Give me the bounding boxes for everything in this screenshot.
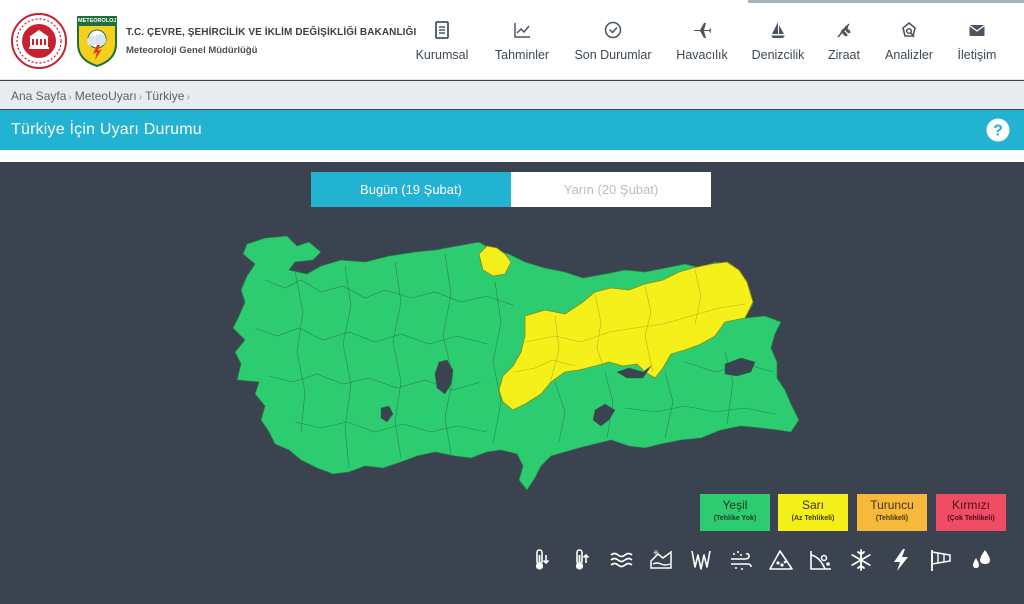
airplane-icon	[694, 23, 711, 38]
legend-orange-name: Turuncu	[870, 498, 914, 512]
legend-orange-desc: (Tehlikeli)	[875, 515, 909, 522]
windsock-icon[interactable]	[928, 547, 954, 573]
page-title: Türkiye İçin Uyarı Durumu	[11, 121, 202, 138]
ministry-logo-icon[interactable]	[11, 13, 67, 69]
meteoroloji-logo[interactable]: METEOROLOJİ	[75, 14, 119, 68]
legend-yellow: Sarı (Az Tehlikeli)	[778, 494, 848, 531]
legend-yellow-desc: (Az Tehlikeli)	[791, 515, 835, 522]
legend-green-name: Yeşil	[722, 498, 748, 512]
site-header: METEOROLOJİ T.C. ÇEVRE, ŞEHİRCİLİK VE İK…	[0, 0, 1024, 80]
breadcrumb-turkiye[interactable]: Türkiye	[145, 89, 184, 103]
nav-iletisim-label: İletişim	[957, 48, 997, 62]
nav-tahminler[interactable]: Tahminler	[488, 0, 556, 80]
legend-yellow-name: Sarı	[801, 498, 824, 512]
breadcrumb-separator: ›	[138, 92, 143, 103]
sailboat-icon	[771, 22, 785, 38]
hazard-filter-bar: ✳	[528, 547, 1008, 575]
hot-thermometer-icon[interactable]	[568, 547, 594, 573]
nav-denizcilik[interactable]: Denizcilik	[746, 0, 810, 80]
nav-havacilik-label: Havacılık	[676, 48, 728, 62]
nav-havacilik[interactable]: Havacılık	[670, 0, 734, 80]
tab-today[interactable]: Bugün (19 Şubat)	[311, 172, 511, 207]
breadcrumb-separator: ›	[186, 92, 190, 103]
help-icon[interactable]: ?	[986, 118, 1010, 142]
icing-icon[interactable]	[688, 547, 714, 573]
nav-son-durumlar[interactable]: Son Durumlar	[570, 0, 656, 80]
breadcrumb-home[interactable]: Ana Sayfa	[11, 89, 66, 103]
nav-son-durumlar-label: Son Durumlar	[574, 48, 652, 62]
nav-ziraat[interactable]: Ziraat	[820, 0, 868, 80]
nav-tahminler-label: Tahminler	[494, 48, 550, 62]
nav-ziraat-label: Ziraat	[828, 48, 860, 62]
turkey-warning-map	[232, 235, 800, 491]
analysis-icon	[902, 21, 916, 38]
nav-kurumsal-label: Kurumsal	[415, 48, 469, 62]
svg-text:✳: ✳	[653, 549, 659, 557]
breadcrumb-separator: ›	[68, 92, 72, 103]
legend-red: Kırmızı (Çok Tehlikeli)	[936, 494, 1006, 531]
nav-iletisim[interactable]: İletişim	[950, 0, 1004, 80]
ministry-name: T.C. ÇEVRE, ŞEHİRCİLİK VE İKLİM DEĞİŞİKL…	[126, 27, 417, 38]
avalanche-icon[interactable]	[768, 547, 794, 573]
tab-tomorrow[interactable]: Yarın (20 Şubat)	[511, 172, 711, 207]
cold-thermometer-icon[interactable]	[528, 547, 554, 573]
snowflake-icon[interactable]	[848, 547, 874, 573]
landslide-icon[interactable]	[808, 547, 834, 573]
directorate-name: Meteoroloji Genel Müdürlüğü	[126, 45, 258, 56]
nav-denizcilik-label: Denizcilik	[751, 48, 805, 62]
dust-icon[interactable]	[728, 547, 754, 573]
page-title-bar: Türkiye İçin Uyarı Durumu ?	[0, 110, 1024, 150]
document-icon	[435, 21, 449, 39]
legend-green: Yeşil (Tehlike Yok)	[700, 494, 770, 531]
fog-icon[interactable]	[608, 547, 634, 573]
envelope-icon	[969, 24, 985, 36]
title-spacer	[0, 150, 1024, 162]
snowmelt-icon[interactable]: ✳	[648, 547, 674, 573]
meteoroloji-logo-text: METEOROLOJİ	[78, 18, 116, 24]
wheat-icon	[837, 23, 851, 38]
chart-icon	[514, 23, 530, 38]
main-navigation: Kurumsal Tahminler Son Durumlar Havacılı…	[400, 0, 1024, 80]
nav-analizler[interactable]: Analizler	[878, 0, 940, 80]
rain-drops-icon[interactable]	[968, 547, 994, 573]
legend-green-desc: (Tehlike Yok)	[713, 515, 757, 522]
breadcrumb-meteouyari[interactable]: MeteoUyarı	[75, 89, 137, 103]
nav-kurumsal[interactable]: Kurumsal	[408, 0, 476, 80]
legend-orange: Turuncu (Tehlikeli)	[857, 494, 927, 531]
legend-red-name: Kırmızı	[952, 498, 990, 512]
breadcrumb: Ana Sayfa › MeteoUyarı › Türkiye ›	[0, 81, 1024, 109]
nav-analizler-label: Analizler	[885, 48, 933, 62]
svg-text:?: ?	[993, 123, 1003, 140]
warning-map-panel: Bugün (19 Şubat) Yarın (20 Şubat) Yeşil …	[0, 162, 1024, 604]
lightning-icon[interactable]	[888, 547, 914, 573]
check-circle-icon	[604, 21, 622, 39]
legend-red-desc: (Çok Tehlikeli)	[947, 515, 995, 522]
